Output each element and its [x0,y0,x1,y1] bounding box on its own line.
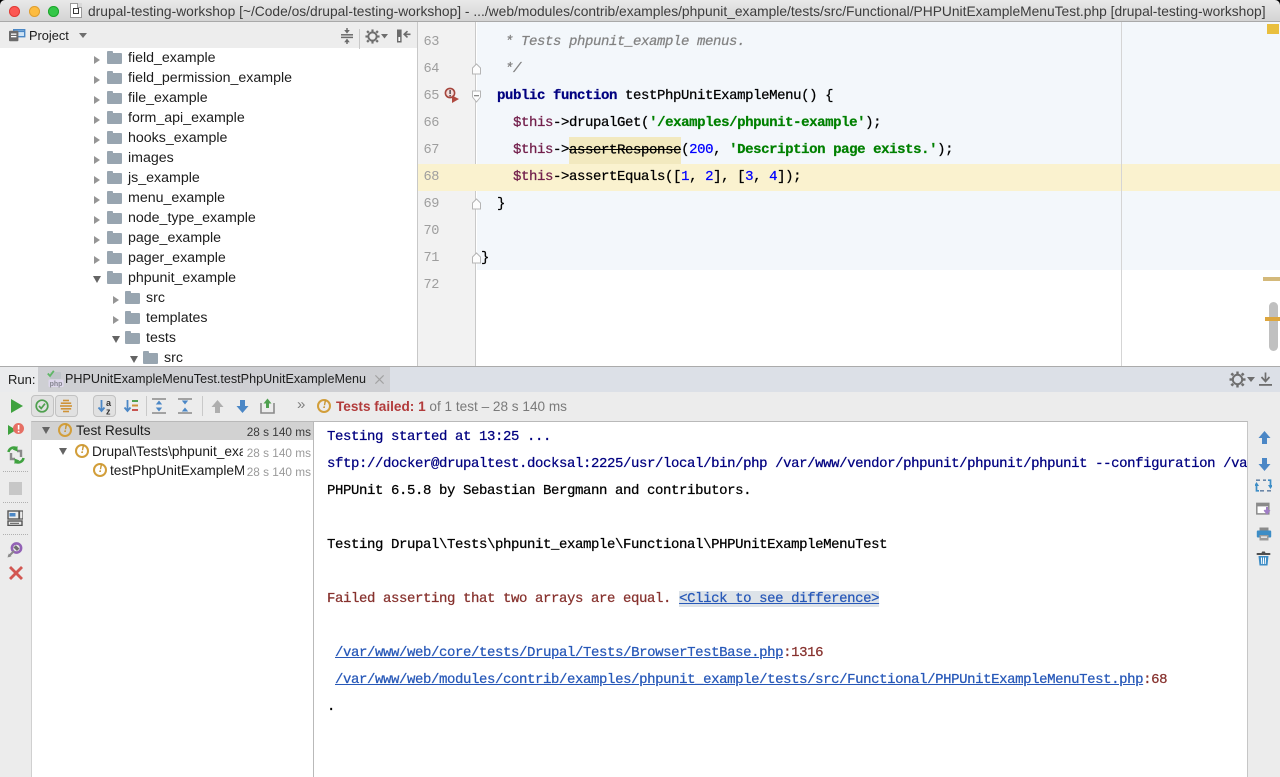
svg-text:z: z [106,407,111,416]
svg-text:php: php [50,381,63,388]
